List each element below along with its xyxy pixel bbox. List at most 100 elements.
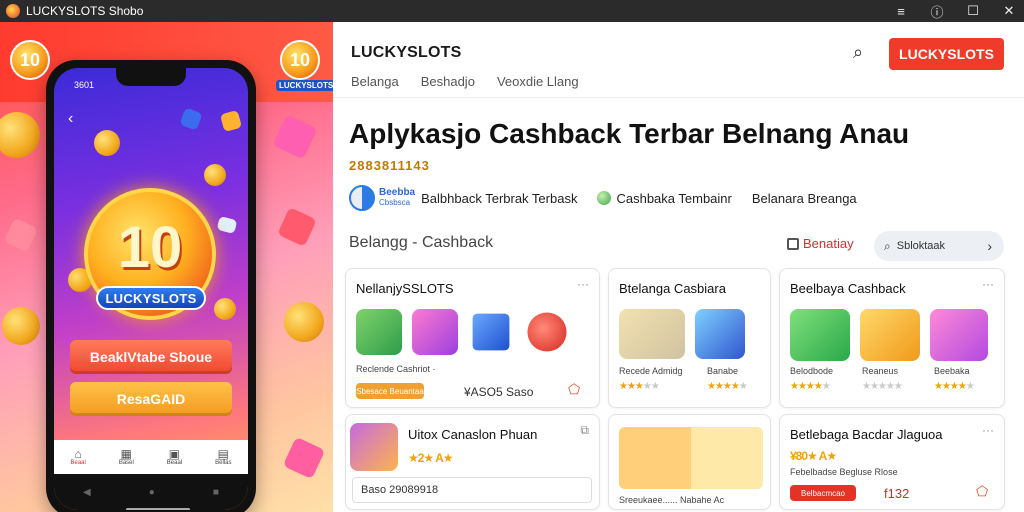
card-thumbnails (356, 309, 570, 355)
card-title: Beelbaya Cashback (790, 281, 906, 296)
system-back-icon[interactable]: ◀ (83, 487, 91, 498)
card-label: Banabe (707, 366, 739, 376)
maximize-icon[interactable]: ☐ (966, 3, 980, 19)
card-caption: Sreeukaee...... Nabahe Ac (619, 495, 725, 505)
cart-icon (695, 309, 745, 359)
card-rating: ★2★ A★ (408, 451, 454, 465)
gem-icon (282, 436, 326, 480)
section-title: Belangg - Cashback (349, 234, 494, 251)
gem-icon (3, 217, 39, 253)
card-badge[interactable]: Sbesace Beuantaa (356, 383, 424, 399)
section-link[interactable]: Benatiay (787, 236, 854, 251)
card-title: Betlebaga Bacdar Jlaguoa (790, 427, 943, 442)
card-rating: ¥80★ A★ (790, 449, 837, 463)
brand-name[interactable]: LUCKYSLOTS (351, 44, 461, 62)
phone-tab-label: Beaal (166, 460, 183, 466)
card-input[interactable]: Baso 29089918 (352, 477, 592, 503)
back-arrow-icon[interactable]: ‹ (68, 110, 73, 128)
ticket-icon (216, 215, 238, 235)
system-recent-icon[interactable]: ■ (213, 487, 219, 498)
cube-icon (472, 313, 510, 351)
phone-mockup: 3601 ‹ 10 LUCKYSLOTS BeaklVtabe Sboue Re… (46, 60, 256, 512)
nav-link[interactable]: Belanga (351, 74, 399, 89)
character-icon (350, 423, 398, 471)
phone-tab-home[interactable]: ⌂ Beaal (70, 448, 85, 466)
cashback-coin-icon (597, 191, 612, 205)
feature-text: Balbhback Terbrak Terbask (421, 190, 578, 206)
product-card[interactable]: Uitox Canaslon Phuan ⧉ ★2★ A★ Baso 29089… (345, 414, 600, 510)
star-rating: ★★★★★ (707, 381, 748, 392)
nav-link[interactable]: Veoxdie Llang (497, 74, 579, 89)
star-rating: ★★★★★ (934, 381, 975, 392)
phone-tab-label: Basel (118, 460, 134, 466)
nav-link[interactable]: Beshadjo (421, 74, 475, 89)
card-label: Belodbode (790, 366, 834, 376)
gift-tab-icon: ▣ (168, 447, 181, 461)
system-home-icon[interactable]: ● (149, 487, 155, 498)
pentagon-icon[interactable]: ⬠ (976, 483, 988, 500)
gem-icon (272, 114, 318, 160)
card-title: NellanjySSLOTS (356, 281, 454, 296)
top-nav: Belanga Beshadjo Veoxdie Llang (351, 74, 579, 89)
close-icon[interactable]: ✕ (1002, 3, 1016, 19)
menu-icon[interactable]: ≡ (894, 4, 908, 19)
card-meta: Reclende Cashriot · (356, 364, 436, 374)
product-card[interactable]: Betlebaga Bacdar Jlaguoa ··· ¥80★ A★ Feb… (779, 414, 1005, 510)
card-label: Beebaka (934, 366, 970, 376)
card-title: Uitox Canaslon Phuan (408, 427, 538, 442)
slot-reels-icon (790, 309, 850, 361)
product-card[interactable]: Sreeukaee...... Nabahe Ac (608, 414, 771, 510)
partner-label-top: Beebba (379, 187, 416, 198)
partner-label: Beebba Cbsbsca (379, 188, 415, 208)
site-header: LUCKYSLOTS Belanga Beshadjo Veoxdie Llan… (333, 22, 1024, 98)
phone-tab-rewards[interactable]: ▣ Beaal (167, 448, 182, 466)
mascot-icon (356, 309, 402, 355)
search-icon[interactable]: ⌕ (853, 42, 863, 63)
bookmark-icon (787, 237, 799, 250)
phone-system-bar: ◀ ● ■ (54, 474, 248, 510)
slot-machine-icon (412, 309, 458, 355)
home-indicator (126, 508, 190, 510)
partner-label-bottom: Cbsbsca (379, 198, 411, 207)
section-link-label: Benatiay (803, 236, 854, 251)
star-rating: ★★★★★ (790, 381, 831, 392)
info-icon[interactable]: ⓘ (930, 2, 944, 21)
card-badge[interactable]: Belbacmcao (790, 485, 856, 501)
treasure-icon (860, 309, 920, 361)
coin-icon (284, 302, 324, 342)
more-icon[interactable]: ··· (982, 277, 994, 291)
coin-icon (2, 307, 40, 345)
share-icon[interactable]: ⧉ (580, 423, 589, 438)
pentagon-icon[interactable]: ⬠ (568, 381, 580, 398)
phone-tab-games[interactable]: ▦ Basel (119, 448, 134, 466)
feature-item[interactable]: Belanara Breanga (752, 191, 857, 206)
search-icon: ⌕ (884, 238, 891, 253)
card-input-value: Baso 29089918 (361, 484, 439, 496)
feature-item[interactable]: Balbhback Terbrak Terbask (421, 191, 577, 206)
product-card[interactable]: Btelanga Casbiara Recede Admidg Banabe ★… (608, 268, 771, 408)
cta-button[interactable]: LUCKYSLOTS (889, 38, 1004, 70)
phone-notch (116, 68, 186, 86)
corner-badge-right: 10 (280, 40, 320, 80)
product-card[interactable]: NellanjySSLOTS ··· Reclende Cashriot · S… (345, 268, 600, 408)
card-title: Btelanga Casbiara (619, 281, 726, 296)
bag-icon (527, 312, 567, 352)
card-thumbnails (619, 309, 745, 359)
product-card[interactable]: Beelbaya Cashback ··· Belodbode Reaneus … (779, 268, 1005, 408)
gem-icon (277, 207, 317, 247)
treasure-chest-icon (619, 427, 763, 489)
window-controls: ≡ ⓘ ☐ ✕ (894, 0, 1016, 22)
more-icon[interactable]: ··· (577, 277, 589, 291)
card-meta: Febelbadse Begluse Rlose (790, 467, 898, 477)
phone-primary-button[interactable]: BeaklVtabe Sboue (70, 340, 232, 374)
page-tagline: 2883811143 (349, 158, 430, 173)
phone-tab-profile[interactable]: ▤ Bellas (215, 448, 231, 466)
feature-item[interactable]: Cashbaka Tembainr (597, 191, 732, 206)
corner-badge-left: 10 (10, 40, 50, 80)
section-search[interactable]: ⌕ Sbloktaak › (874, 231, 1004, 261)
sun-mascot-icon (930, 309, 988, 361)
feature-row: Beebba Cbsbsca Balbhback Terbrak Terbask… (349, 184, 1009, 212)
phone-secondary-button[interactable]: ResaGAID (70, 382, 232, 416)
star-rating: ★★★★★ (619, 381, 660, 392)
more-icon[interactable]: ··· (982, 423, 994, 437)
